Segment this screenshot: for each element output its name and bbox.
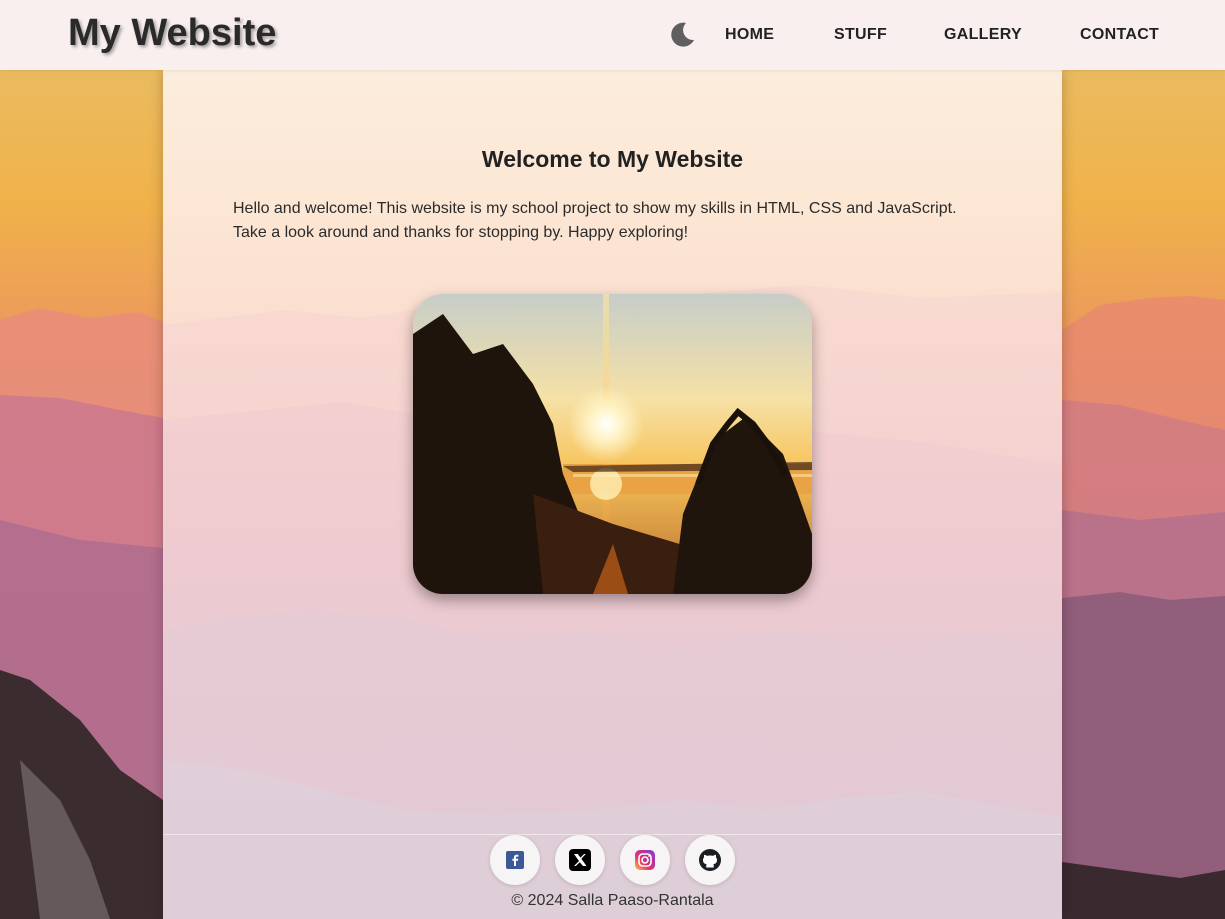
site-title[interactable]: My Website [68, 12, 276, 55]
x-icon [569, 849, 591, 871]
nav-stuff-link[interactable]: STUFF [834, 26, 887, 44]
facebook-icon [506, 851, 524, 869]
nav-home-link[interactable]: HOME [725, 26, 774, 44]
footer-divider [163, 834, 1062, 835]
welcome-heading: Welcome to My Website [481, 146, 744, 172]
nav-contact-link[interactable]: CONTACT [1080, 26, 1159, 44]
nav-gallery-link[interactable]: GALLERY [944, 26, 1022, 44]
github-icon [699, 849, 721, 871]
facebook-link[interactable] [490, 835, 540, 885]
footer-copyright: © 2024 Salla Paaso-Rantala [511, 892, 714, 909]
intro-paragraph: Hello and welcome! This website is my sc… [233, 200, 957, 241]
sunset-photo [413, 294, 812, 594]
x-link[interactable] [555, 835, 605, 885]
moon-icon[interactable] [666, 20, 696, 50]
instagram-icon [635, 850, 655, 870]
main-content-panel: Welcome to My Website Hello and welcome!… [163, 70, 1062, 919]
github-link[interactable] [685, 835, 735, 885]
instagram-link[interactable] [620, 835, 670, 885]
site-header: My Website HOME STUFF GALLERY CONTACT [0, 0, 1225, 70]
